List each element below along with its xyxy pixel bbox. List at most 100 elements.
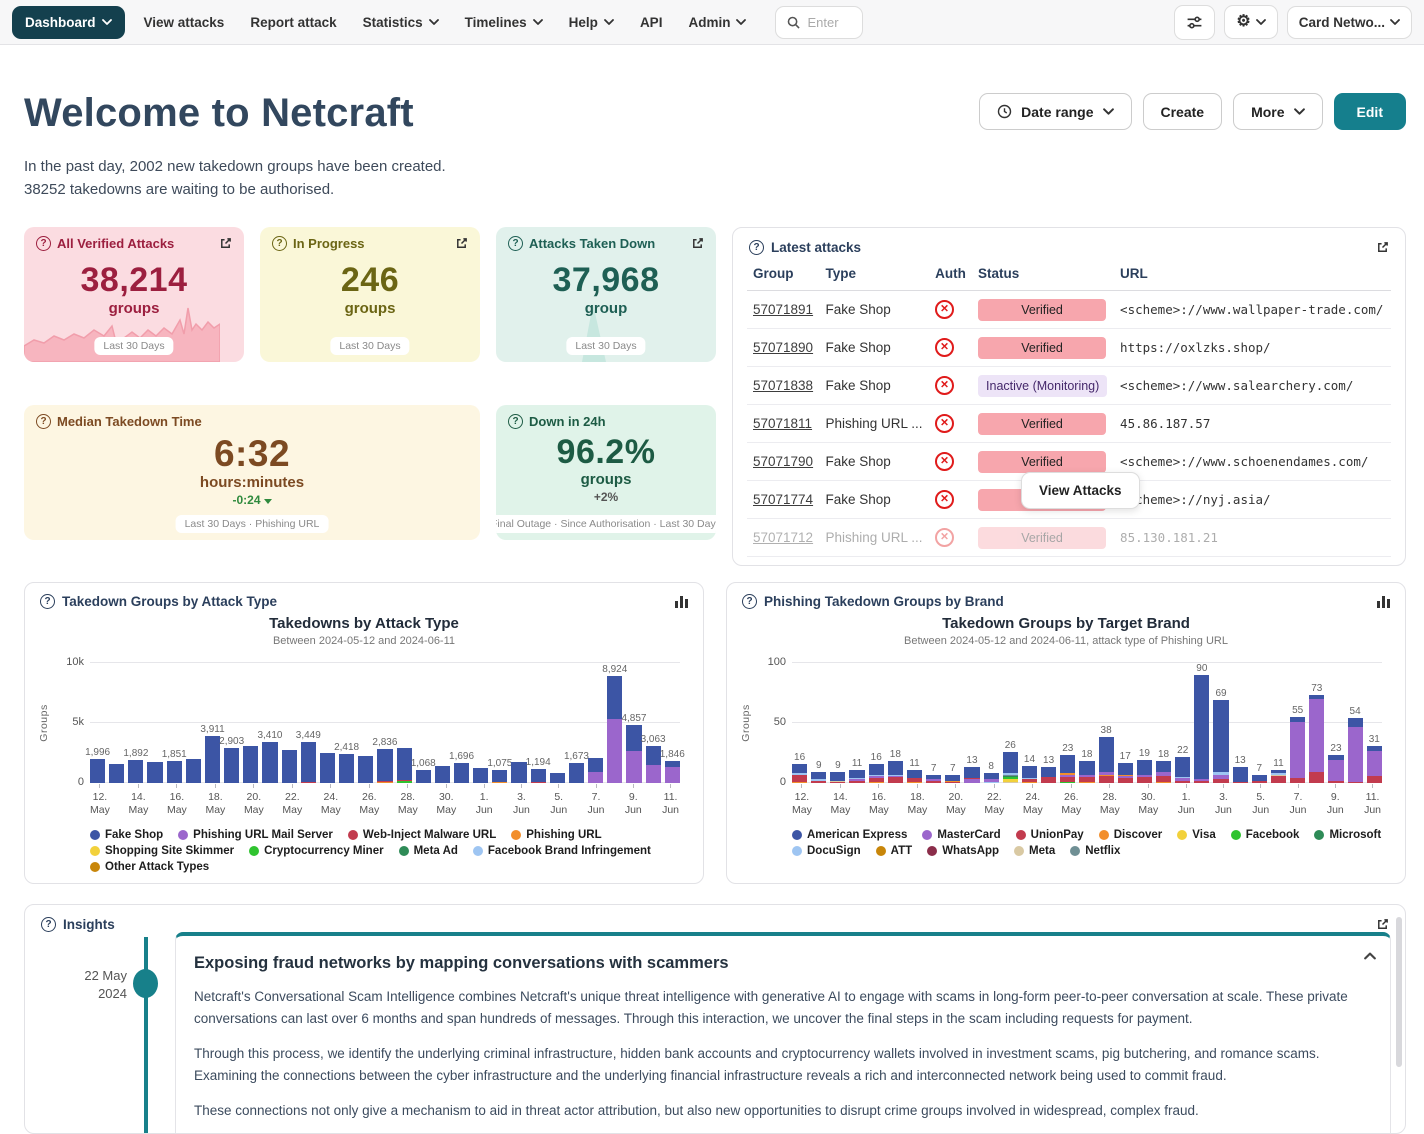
bar[interactable]: 3,911 (205, 736, 220, 783)
bar[interactable]: 17 (1118, 763, 1133, 783)
bar[interactable]: 26 (1003, 752, 1018, 783)
bar[interactable]: 13 (1041, 767, 1056, 783)
bar[interactable]: 7 (926, 775, 941, 783)
legend-item[interactable]: Visa (1177, 829, 1215, 841)
external-link-icon[interactable] (1376, 918, 1389, 931)
help-icon[interactable]: ? (40, 594, 55, 609)
bar[interactable]: 23 (1060, 755, 1075, 783)
legend-item[interactable]: WhatsApp (927, 845, 999, 857)
auth-denied-icon[interactable]: ✕ (935, 376, 954, 395)
bar[interactable]: 1,075 (492, 770, 507, 783)
bar[interactable] (358, 756, 373, 783)
legend-item[interactable]: Other Attack Types (90, 861, 209, 873)
bar[interactable]: 55 (1290, 717, 1305, 783)
bar[interactable] (397, 748, 412, 783)
group-link[interactable]: 57071838 (753, 378, 813, 393)
help-icon[interactable]: ? (36, 236, 51, 251)
card-down-in-24h[interactable]: ? Down in 24h 96.2% groups +2% Final Out… (496, 405, 716, 540)
bar[interactable]: 14 (1022, 766, 1037, 783)
bar[interactable]: 1,068 (416, 770, 431, 783)
card-delta[interactable]: -0:24 (36, 493, 468, 507)
bar[interactable]: 3,063 (646, 746, 661, 783)
group-link[interactable]: 57071891 (753, 302, 813, 317)
help-icon[interactable]: ? (508, 414, 523, 429)
legend-item[interactable]: ATT (876, 845, 913, 857)
legend-item[interactable]: Discover (1099, 829, 1163, 841)
legend-item[interactable]: DocuSign (792, 845, 861, 857)
legend-item[interactable]: Meta (1014, 845, 1055, 857)
legend-item[interactable]: UnionPay (1016, 829, 1084, 841)
bar[interactable] (320, 753, 335, 783)
nav-item-admin[interactable]: Admin (675, 6, 759, 39)
more-button[interactable]: More (1233, 93, 1322, 130)
bar[interactable]: 9 (811, 772, 826, 783)
bar[interactable]: 38 (1099, 737, 1114, 783)
bar[interactable]: 69 (1213, 700, 1228, 783)
bar-chart-icon[interactable] (675, 596, 688, 608)
nav-item-report-attack[interactable]: Report attack (237, 6, 349, 39)
bar[interactable]: 2,836 (377, 749, 392, 783)
chevron-up-icon[interactable] (1364, 952, 1376, 960)
legend-item[interactable]: Web-Inject Malware URL (348, 829, 496, 841)
bar-chart-icon[interactable] (1377, 596, 1390, 608)
legend-item[interactable]: Phishing URL Mail Server (178, 829, 333, 841)
legend-item[interactable]: Cryptocurrency Miner (249, 845, 384, 857)
bar[interactable]: 11 (907, 770, 922, 783)
help-icon[interactable]: ? (36, 414, 51, 429)
bar[interactable]: 8,924 (607, 676, 622, 783)
help-icon[interactable]: ? (508, 236, 523, 251)
bar[interactable]: 16 (792, 764, 807, 783)
external-link-icon[interactable] (219, 237, 232, 250)
auth-denied-icon[interactable]: ✕ (935, 300, 954, 319)
auth-denied-icon[interactable]: ✕ (935, 528, 954, 547)
auth-denied-icon[interactable]: ✕ (935, 338, 954, 357)
bar[interactable]: 11 (849, 770, 864, 783)
bar[interactable]: 11 (1271, 770, 1286, 783)
date-range-button[interactable]: Date range (979, 93, 1131, 130)
bar[interactable]: 18 (1079, 761, 1094, 783)
bar[interactable] (588, 758, 603, 783)
bar[interactable]: 1,996 (90, 759, 105, 783)
nav-item-dashboard[interactable]: Dashboard (12, 6, 125, 39)
bar[interactable] (511, 762, 526, 783)
help-icon[interactable]: ? (749, 240, 764, 255)
bar[interactable] (109, 764, 124, 783)
bar[interactable]: 54 (1348, 718, 1363, 783)
group-link[interactable]: 57071790 (753, 454, 813, 469)
bar[interactable]: 1,892 (128, 760, 143, 783)
filters-button[interactable] (1174, 5, 1215, 40)
bar[interactable] (186, 759, 201, 783)
nav-item-view-attacks[interactable]: View attacks (131, 6, 238, 39)
bar[interactable]: 7 (945, 775, 960, 783)
bar[interactable]: 7 (1252, 775, 1267, 783)
create-button[interactable]: Create (1143, 93, 1223, 130)
scrollbar[interactable] (1396, 917, 1402, 1067)
nav-item-timelines[interactable]: Timelines (452, 6, 556, 39)
legend-item[interactable]: Facebook (1231, 829, 1300, 841)
legend-item[interactable]: Netflix (1070, 845, 1120, 857)
bar[interactable] (243, 746, 258, 783)
help-icon[interactable]: ? (742, 594, 757, 609)
legend-item[interactable]: American Express (792, 829, 907, 841)
bar[interactable]: 90 (1194, 675, 1209, 783)
legend-item[interactable]: Facebook Brand Infringement (473, 845, 651, 857)
bar[interactable]: 3,449 (301, 742, 316, 783)
bar[interactable]: 1,846 (665, 761, 680, 783)
group-link[interactable]: 57071712 (753, 530, 813, 545)
bar[interactable]: 22 (1175, 757, 1190, 783)
group-link[interactable]: 57071811 (753, 416, 812, 431)
nav-item-api[interactable]: API (627, 6, 676, 39)
bar[interactable]: 18 (1156, 761, 1171, 783)
bar[interactable]: 13 (1233, 767, 1248, 783)
bar[interactable]: 2,418 (339, 754, 354, 783)
bar[interactable]: 18 (888, 761, 903, 783)
legend-item[interactable]: Shopping Site Skimmer (90, 845, 234, 857)
bar[interactable]: 3,410 (262, 742, 277, 783)
legend-item[interactable]: MasterCard (922, 829, 1000, 841)
bar[interactable]: 1,673 (569, 763, 584, 783)
legend-item[interactable]: Fake Shop (90, 829, 163, 841)
bar[interactable] (550, 773, 565, 783)
card-all-verified-attacks[interactable]: ? All Verified Attacks 38,214 groups Las… (24, 227, 244, 362)
external-link-icon[interactable] (691, 237, 704, 250)
auth-denied-icon[interactable]: ✕ (935, 414, 954, 433)
